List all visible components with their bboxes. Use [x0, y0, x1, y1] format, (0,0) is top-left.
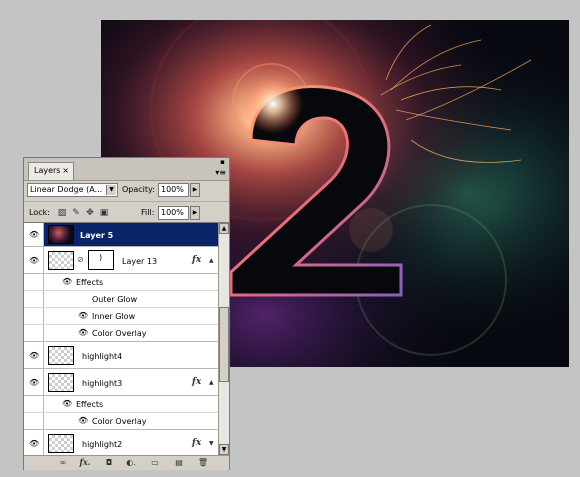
visibility-toggle[interactable]: 👁	[24, 247, 44, 273]
panel-bottom-toolbar: ∞ fx. ◘ ◐. ▭ ▤ 🗑	[24, 455, 229, 470]
trash-icon[interactable]: 🗑	[196, 457, 210, 468]
fill-input[interactable]: 100%	[158, 206, 189, 220]
eye-icon: 👁	[29, 230, 40, 239]
blend-mode-select[interactable]: Linear Dodge (A... ▼	[27, 183, 118, 197]
fill-arrow-icon[interactable]: ▶	[190, 206, 200, 220]
visibility-toggle[interactable]: 👁	[24, 223, 44, 246]
fx-icon[interactable]: fx	[192, 438, 201, 448]
lock-transparent-icon[interactable]: ▨	[57, 208, 67, 218]
layer-name: highlight2	[82, 440, 123, 449]
chevron-up-icon[interactable]: ▲	[209, 257, 214, 264]
layer-row-layer-5[interactable]: 👁 Layer 5	[24, 223, 218, 247]
eye-icon[interactable]: 👁	[78, 328, 88, 337]
eye-icon: 👁	[29, 439, 40, 448]
tab-close-icon[interactable]: ×	[62, 166, 69, 175]
eye-icon: 👁	[29, 378, 40, 387]
scroll-down-icon[interactable]: ▼	[219, 444, 229, 455]
effects-group[interactable]: 👁 Effects	[24, 396, 218, 413]
chain-link-icon[interactable]: ⊘	[77, 255, 84, 264]
lock-pixels-icon[interactable]: ✎	[71, 208, 81, 218]
opacity-arrow-icon[interactable]: ▶	[190, 183, 200, 197]
new-layer-icon[interactable]: ▤	[172, 457, 186, 468]
fx-icon[interactable]: fx	[192, 377, 201, 387]
chevron-down-icon[interactable]: ▼	[106, 185, 116, 195]
opacity-input[interactable]: 100%	[158, 183, 189, 197]
fill-label: Fill:	[141, 208, 155, 217]
layer-thumbnail	[48, 251, 74, 270]
visibility-toggle	[24, 308, 44, 324]
effects-label: Effects	[76, 278, 104, 287]
effect-row-color-overlay[interactable]: 👁 Color Overlay	[24, 325, 218, 342]
blend-mode-value: Linear Dodge (A...	[30, 185, 103, 194]
panel-menu-icon[interactable]: ▾≡	[215, 168, 226, 177]
layers-scrollbar[interactable]: ▲ ▼	[218, 222, 229, 455]
visibility-toggle	[24, 291, 44, 307]
new-group-icon[interactable]: ▭	[148, 457, 162, 468]
visibility-toggle	[24, 325, 44, 341]
tab-layers[interactable]: Layers ×	[28, 162, 74, 180]
visibility-toggle	[24, 396, 44, 412]
effect-row-inner-glow[interactable]: 👁 Inner Glow	[24, 308, 218, 325]
layer-thumbnail	[48, 373, 74, 392]
tab-layers-label: Layers	[34, 166, 61, 175]
eye-icon[interactable]: 👁	[78, 416, 88, 425]
chevron-down-icon[interactable]: ▼	[209, 440, 214, 447]
effect-name: Outer Glow	[92, 295, 138, 304]
add-mask-icon[interactable]: ◘	[102, 457, 116, 468]
effects-label: Effects	[76, 400, 104, 409]
visibility-toggle[interactable]: 👁	[24, 430, 44, 456]
panel-close-icon[interactable]: ▪	[219, 159, 226, 166]
lock-all-icon[interactable]: ▣	[99, 208, 109, 218]
effect-name: Color Overlay	[92, 329, 147, 338]
opacity-label: Opacity:	[122, 185, 155, 194]
panel-titlebar: Layers × ▪ ▾≡	[24, 158, 229, 181]
add-style-icon[interactable]: fx.	[78, 457, 92, 468]
eye-icon: 👁	[29, 351, 40, 360]
eye-icon[interactable]: 👁	[62, 277, 72, 286]
eye-icon[interactable]: 👁	[78, 311, 88, 320]
adjustment-layer-icon[interactable]: ◐.	[124, 457, 138, 468]
effect-name: Inner Glow	[92, 312, 136, 321]
layer-name: Layer 13	[122, 257, 158, 266]
lock-position-icon[interactable]: ✥	[85, 208, 95, 218]
layer-row-highlight4[interactable]: 👁 highlight4	[24, 342, 218, 369]
effect-row-color-overlay[interactable]: 👁 Color Overlay	[24, 413, 218, 430]
layer-thumbnail	[48, 346, 74, 365]
effect-name: Color Overlay	[92, 417, 147, 426]
effects-group[interactable]: 👁 Effects	[24, 274, 218, 291]
fx-icon[interactable]: fx	[192, 255, 201, 265]
link-layers-icon[interactable]: ∞	[56, 457, 70, 468]
scrollbar-thumb[interactable]	[219, 307, 229, 382]
visibility-toggle[interactable]: 👁	[24, 369, 44, 395]
effect-row-outer-glow[interactable]: Outer Glow	[24, 291, 218, 308]
mask-shape-icon: )	[99, 253, 103, 262]
visibility-toggle	[24, 413, 44, 429]
scroll-up-icon[interactable]: ▲	[219, 223, 229, 234]
layer-mask-thumbnail[interactable]: )	[88, 250, 114, 270]
layer-thumbnail	[48, 225, 74, 244]
layer-thumbnail	[48, 434, 74, 453]
lock-fill-row: Lock: ▨ ✎ ✥ ▣ Fill: 100% ▶	[24, 201, 229, 222]
layer-row-highlight3[interactable]: 👁 highlight3 fx ▲	[24, 369, 218, 396]
layer-name: highlight3	[82, 379, 123, 388]
layers-panel: Layers × ▪ ▾≡ Linear Dodge (A... ▼ Opaci…	[23, 157, 230, 470]
eye-icon[interactable]: 👁	[62, 399, 72, 408]
blend-opacity-row: Linear Dodge (A... ▼ Opacity: 100% ▶	[24, 180, 229, 200]
visibility-toggle[interactable]: 👁	[24, 342, 44, 368]
layers-list: 👁 Layer 5 👁 ⊘ ) Layer 13 fx ▲ 👁 Effects …	[24, 222, 218, 456]
eye-icon: 👁	[29, 256, 40, 265]
visibility-toggle	[24, 274, 44, 290]
lock-label: Lock:	[29, 208, 50, 217]
layer-row-layer-13[interactable]: 👁 ⊘ ) Layer 13 fx ▲	[24, 247, 218, 274]
layer-name: highlight4	[82, 352, 123, 361]
layer-row-highlight2[interactable]: 👁 highlight2 fx ▼	[24, 430, 218, 456]
chevron-up-icon[interactable]: ▲	[209, 379, 214, 386]
layer-name: Layer 5	[80, 231, 114, 240]
